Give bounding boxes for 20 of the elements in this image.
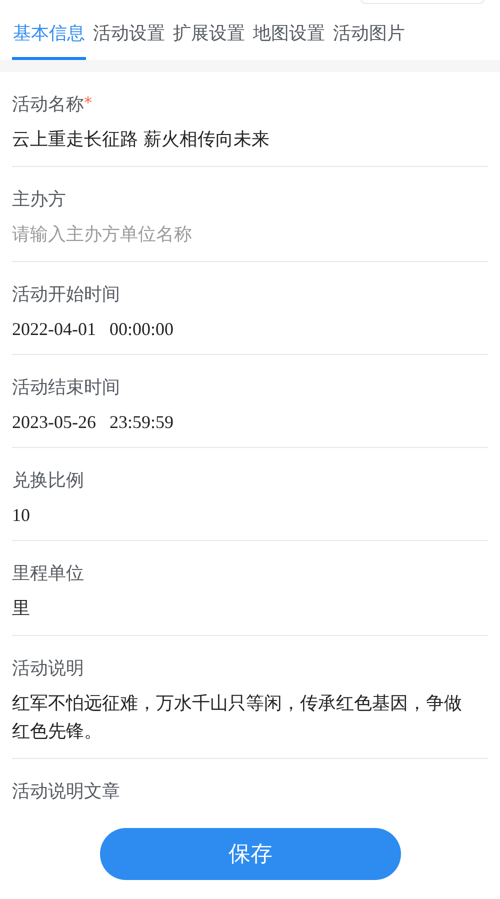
field-label: 活动说明 [12,657,84,681]
input-field[interactable]: 请输入主办方单位名称 [12,221,488,249]
input-field[interactable]: 红军不怕远征难，万水千山只等闲，传承红色基因，争做红色先锋。 [12,690,488,746]
input-field[interactable]: 10 [12,502,488,528]
tab[interactable]: 活动图片 [332,10,406,60]
field-label: 活动开始时间 [12,283,120,307]
input-field[interactable]: 里 [12,595,488,623]
field-label: 活动结束时间 [12,376,120,400]
tab[interactable]: 地图设置 [252,10,326,60]
field-label: 活动名称 [12,93,84,117]
required-asterisk: * [84,92,92,114]
input-field[interactable]: 云上重走长征路 薪火相传向未来 [12,126,488,154]
tab[interactable]: 扩展设置 [172,10,246,60]
field-label: 主办方 [12,188,66,212]
field-label: 里程单位 [12,562,84,586]
input-field[interactable]: 2022-04-01 00:00:00 [12,316,488,342]
field-label: 活动说明文章 [12,780,120,804]
tab[interactable]: 活动设置 [92,10,166,60]
field-label: 兑换比例 [12,469,84,493]
input-field[interactable]: 2023-05-26 23:59:59 [12,409,488,435]
